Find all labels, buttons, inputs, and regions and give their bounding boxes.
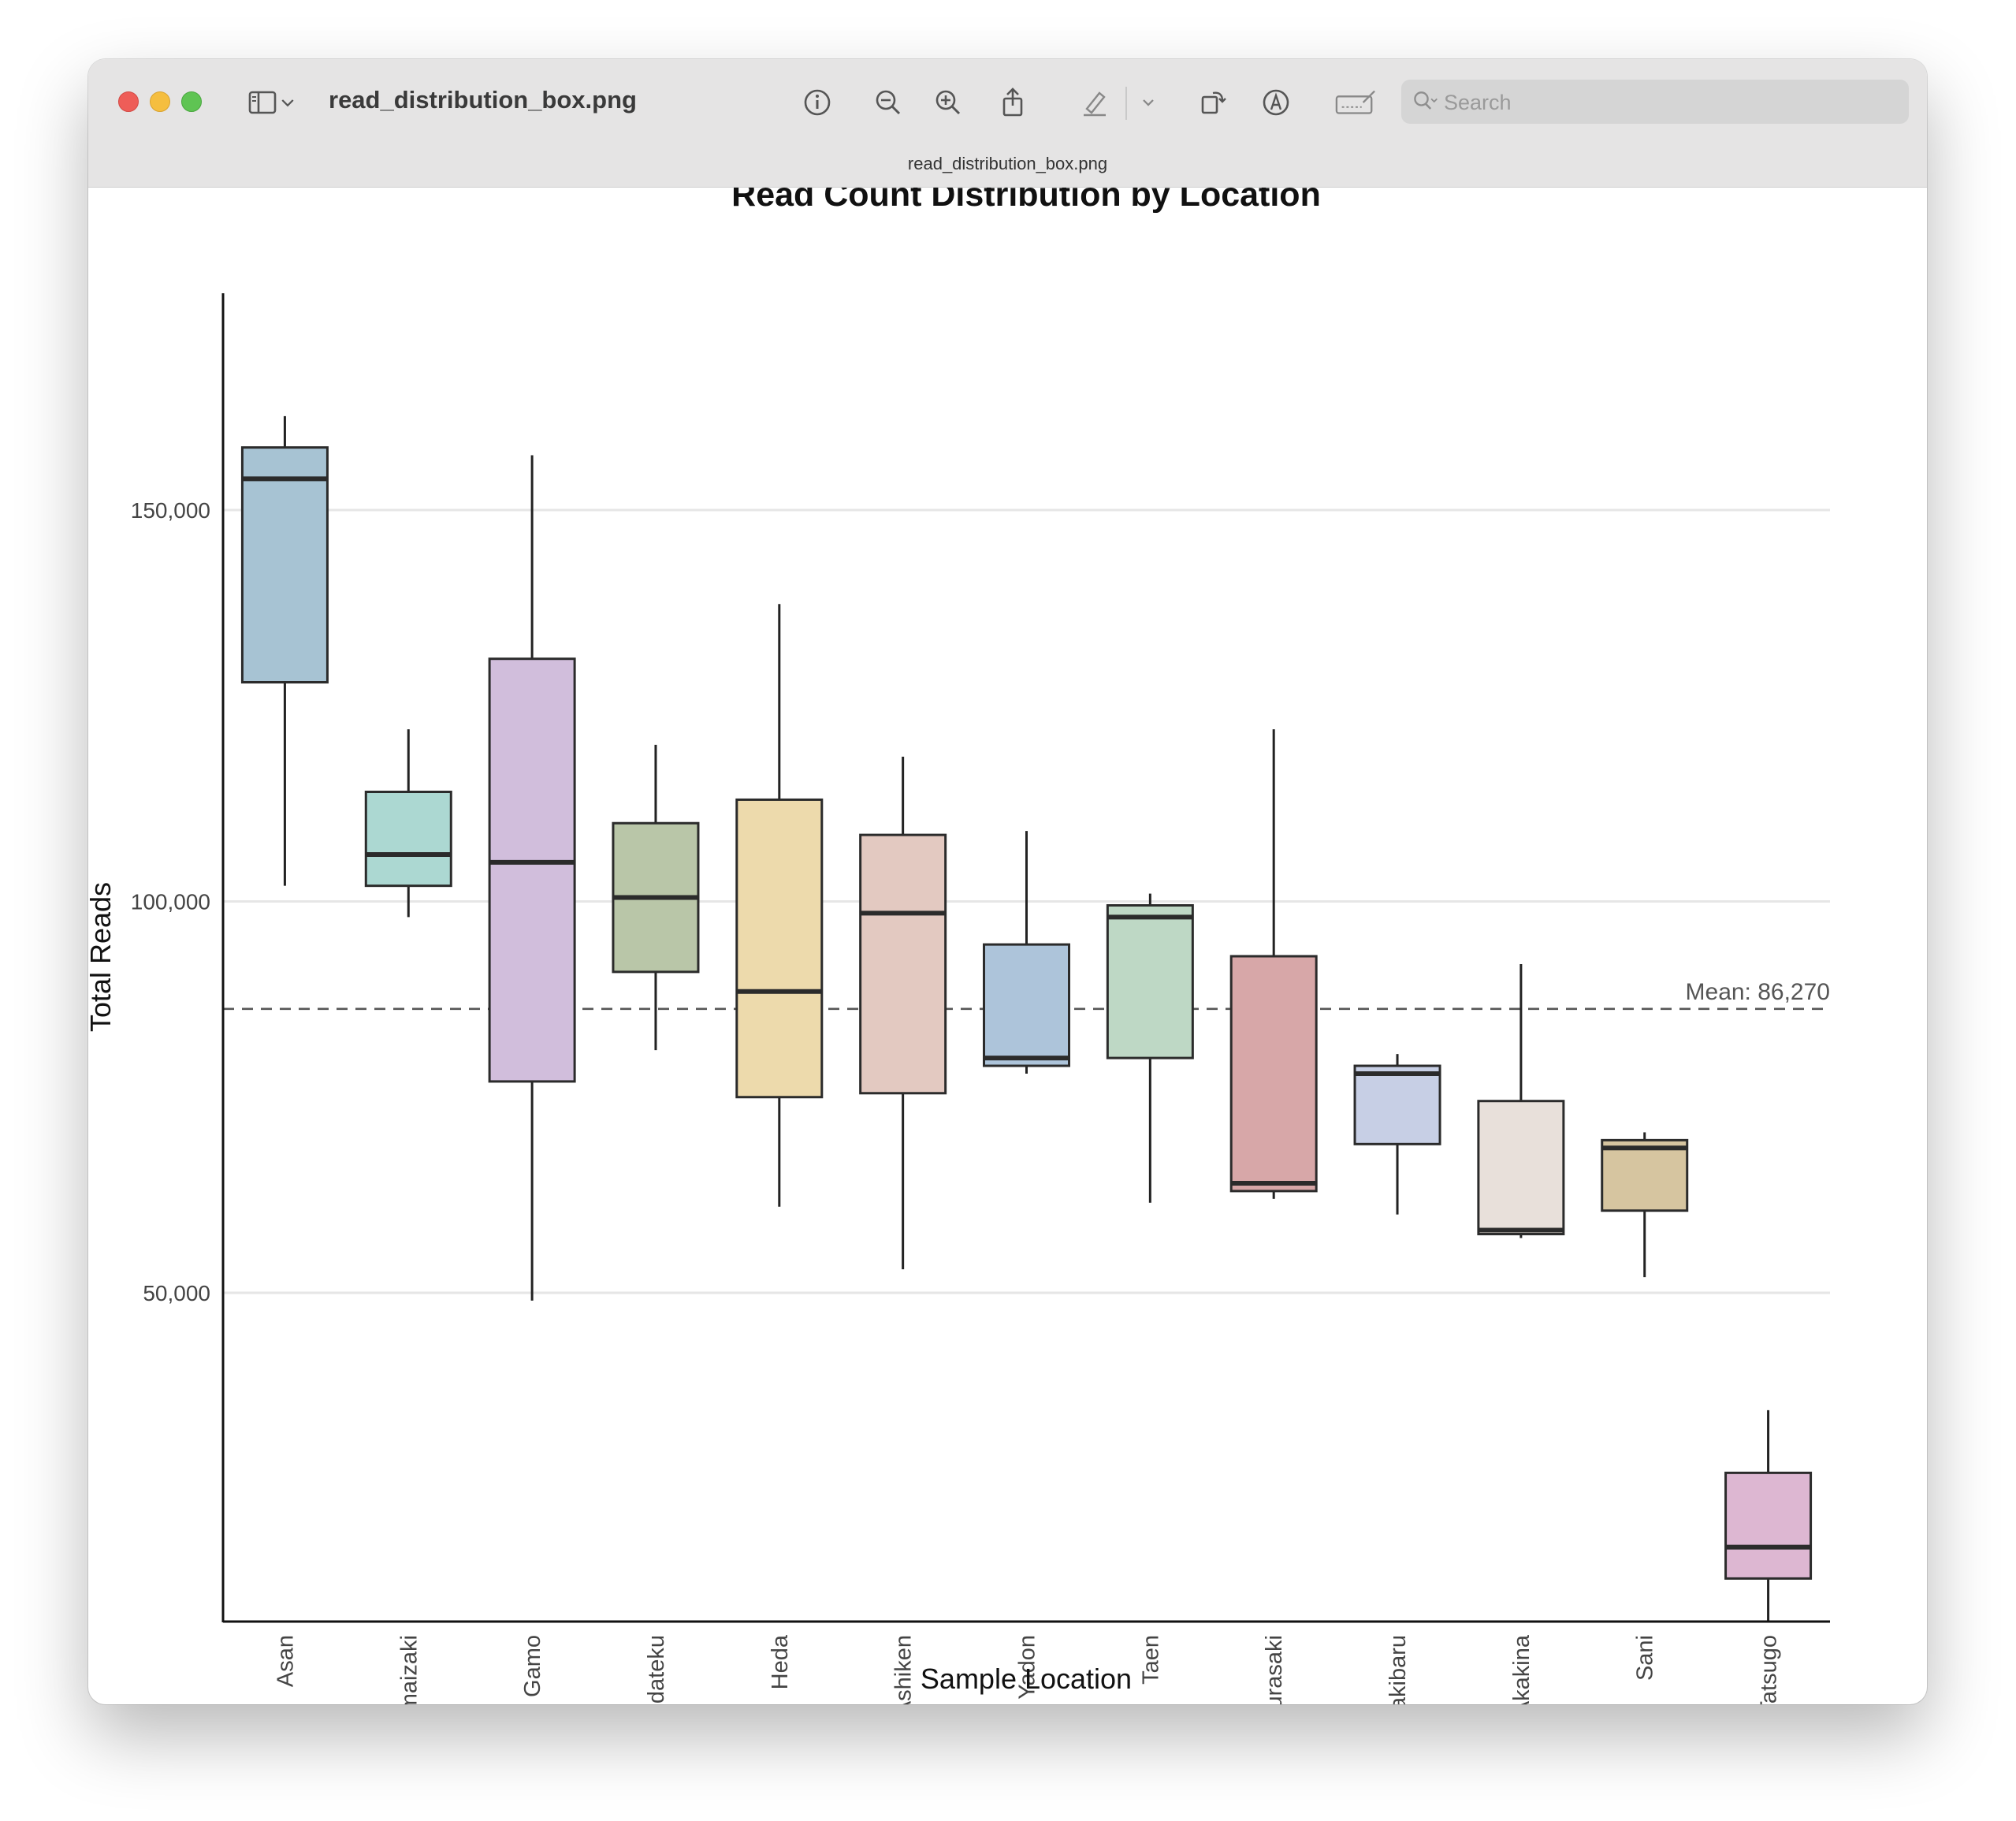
- document-subtitle: read_distribution_box.png: [907, 154, 1108, 173]
- chevron-down-icon[interactable]: [1136, 83, 1160, 122]
- signature-icon[interactable]: [1330, 83, 1381, 122]
- x-tick-label: Sakibaru: [1386, 1635, 1411, 1704]
- box-gamo: [488, 657, 576, 1083]
- x-tick-label: Ashiken: [891, 1635, 917, 1704]
- document-title: read_distribution_box.png: [329, 86, 637, 114]
- x-tick-label: Edateku: [644, 1635, 669, 1704]
- search-field[interactable]: [1401, 80, 1909, 124]
- preview-window: read_distribution_box.png Search read_di…: [88, 59, 1927, 1704]
- zoom-in-icon[interactable]: [928, 83, 968, 122]
- markup-icon[interactable]: [1256, 83, 1296, 122]
- y-tick-label: 150,000: [131, 498, 210, 523]
- minimize-button[interactable]: [150, 91, 170, 112]
- x-tick-label: Tatsugo: [1757, 1635, 1782, 1704]
- x-tick-label: Taen: [1138, 1635, 1163, 1685]
- search-input[interactable]: [1442, 86, 1887, 119]
- y-axis-label: Total Reads: [88, 882, 117, 1032]
- rotate-icon[interactable]: [1193, 83, 1233, 122]
- info-icon[interactable]: [798, 83, 837, 122]
- zoom-out-icon[interactable]: [869, 83, 908, 122]
- x-tick-label: Kurasaki: [1262, 1635, 1287, 1704]
- box-taen: [1106, 903, 1194, 1059]
- toolbar-divider: [1125, 87, 1127, 120]
- x-tick-label: Asan: [273, 1635, 298, 1687]
- box-yadon: [983, 943, 1070, 1067]
- share-icon[interactable]: [993, 83, 1032, 122]
- mean-label: Mean: 86,270: [1686, 979, 1830, 1005]
- box-imaizaki: [364, 791, 452, 888]
- titlebar: read_distribution_box.png Search read_di…: [88, 59, 1927, 188]
- chart-title: Read Count Distribution by Location: [731, 188, 1321, 214]
- x-tick-label: Gamo: [520, 1635, 545, 1697]
- x-axis-label: Sample Location: [921, 1663, 1132, 1695]
- x-tick-label: Imaizaki: [396, 1635, 422, 1704]
- box-sakibaru: [1353, 1064, 1441, 1145]
- box-asan: [240, 446, 329, 683]
- zoom-window-button[interactable]: [181, 91, 202, 112]
- box-kurasaki: [1229, 955, 1318, 1193]
- y-tick-label: 100,000: [131, 890, 210, 914]
- highlight-pen-icon[interactable]: [1075, 83, 1114, 122]
- x-tick-label: Sani: [1633, 1635, 1658, 1681]
- x-tick-label: Heda: [768, 1634, 793, 1689]
- x-tick-label: Akakina: [1509, 1634, 1534, 1704]
- box-ashiken: [859, 833, 947, 1095]
- search-icon: [1414, 91, 1438, 110]
- box-sani: [1601, 1138, 1689, 1212]
- box-tatsugo: [1724, 1471, 1813, 1580]
- chart-area: Read Count Distribution by Location 50,00…: [88, 188, 1927, 1704]
- close-button[interactable]: [118, 91, 139, 112]
- chevron-down-icon[interactable]: [276, 83, 299, 122]
- box-heda: [735, 798, 824, 1099]
- y-tick-label: 50,000: [143, 1281, 210, 1305]
- box-plot-chart: Read Count Distribution by Location 50,00…: [88, 188, 1830, 1704]
- box-akakina: [1477, 1100, 1565, 1236]
